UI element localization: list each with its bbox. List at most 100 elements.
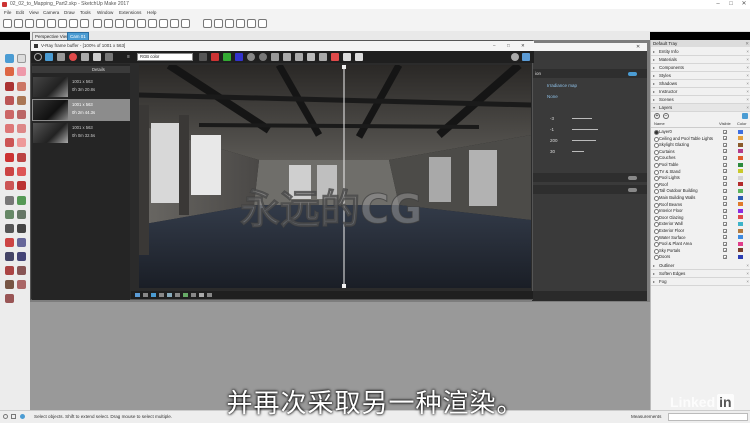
menu-tools[interactable]: Tools	[80, 9, 91, 17]
layer-visible-checkbox[interactable]: ✓	[723, 136, 727, 141]
push-pull-icon[interactable]	[69, 19, 78, 28]
layer-color-swatch[interactable]	[738, 129, 743, 134]
walk-icon[interactable]	[5, 280, 14, 289]
section-close-icon[interactable]: ×	[746, 48, 749, 55]
section-close-icon[interactable]: ×	[746, 56, 749, 63]
layer-visible-checkbox[interactable]: ✓	[723, 142, 727, 147]
close-button[interactable]: ✕	[738, 0, 750, 9]
status-icon-7[interactable]	[183, 293, 188, 297]
layer-color-swatch[interactable]	[738, 175, 743, 180]
status-icon-10[interactable]	[207, 293, 212, 297]
param-row-1[interactable]: -3	[532, 114, 647, 123]
tape-icon[interactable]	[5, 196, 14, 205]
layer-color-swatch[interactable]	[738, 136, 743, 141]
section-close-icon[interactable]: ×	[746, 278, 749, 285]
maximize-button[interactable]: □	[725, 0, 737, 9]
status-icon-9[interactable]	[199, 293, 204, 297]
text-icon[interactable]	[17, 210, 26, 219]
fb-maximize-button[interactable]: □	[507, 41, 510, 51]
select-tool-icon[interactable]	[3, 19, 12, 28]
layer-visible-checkbox[interactable]: ✓	[723, 129, 727, 134]
zoom-window-icon[interactable]	[17, 252, 26, 261]
render-last-icon[interactable]	[343, 53, 351, 61]
layer-color-swatch[interactable]	[738, 228, 743, 233]
layer-visible-checkbox[interactable]: ✓	[723, 175, 727, 180]
tray-close-icon[interactable]: ✕	[745, 40, 749, 47]
layer-visible-checkbox[interactable]: ✓	[723, 221, 727, 226]
history-item[interactable]: 1001 x 563 0h 0m 32.5s	[32, 122, 130, 144]
tray-section-shadows[interactable]: ▸ Shadows ×	[651, 80, 750, 88]
vray-section-2[interactable]	[532, 173, 647, 182]
param-slider-3[interactable]	[572, 140, 596, 141]
follow-mouse-icon[interactable]	[295, 53, 303, 61]
layer-visible-checkbox[interactable]: ✓	[723, 169, 727, 174]
status-icon-1[interactable]	[135, 293, 140, 297]
status-icon-8[interactable]	[191, 293, 196, 297]
section-plane-icon[interactable]	[5, 294, 14, 303]
tray-section-components[interactable]: ▸ Components ×	[651, 64, 750, 72]
ab-compare-icon[interactable]	[93, 53, 101, 61]
axes-icon[interactable]	[5, 224, 14, 233]
status-icon-5[interactable]	[167, 293, 172, 297]
tray-section-scenes[interactable]: ▸ Scenes ×	[651, 96, 750, 104]
move-tool-icon[interactable]	[80, 19, 89, 28]
select-arrow-icon[interactable]	[5, 54, 14, 63]
layer-visible-checkbox[interactable]: ✓	[723, 248, 727, 253]
settings-icon[interactable]	[511, 53, 519, 61]
tray-section-styles[interactable]: ▸ Styles ×	[651, 72, 750, 80]
zoom-icon[interactable]	[5, 252, 14, 261]
status-icon-2[interactable]	[143, 293, 148, 297]
move-icon[interactable]	[5, 153, 14, 162]
orbit-icon[interactable]	[5, 238, 14, 247]
layer-color-swatch[interactable]	[738, 169, 743, 174]
scale-tool-icon[interactable]	[104, 19, 113, 28]
layer-color-swatch[interactable]	[738, 149, 743, 154]
load-image-icon[interactable]	[57, 53, 65, 61]
layer-visible-checkbox[interactable]: ✓	[723, 162, 727, 167]
status-icon-3[interactable]	[151, 293, 156, 297]
send-to-layout-icon[interactable]	[258, 19, 267, 28]
section-close-icon[interactable]: ×	[746, 270, 749, 277]
section-close-icon[interactable]: ×	[746, 262, 749, 269]
look-around-icon[interactable]	[17, 280, 26, 289]
layer-color-swatch[interactable]	[738, 248, 743, 253]
menu-lines-icon[interactable]: ≡	[127, 54, 133, 60]
mono-icon[interactable]	[259, 53, 267, 61]
layer-color-swatch[interactable]	[738, 188, 743, 193]
zoom-extents-tool-icon[interactable]	[5, 266, 14, 275]
region-render-icon[interactable]	[271, 53, 279, 61]
tray-section-materials[interactable]: ▸ Materials ×	[651, 56, 750, 64]
layer-details-icon[interactable]	[742, 113, 748, 119]
tray-section-entity-info[interactable]: ▸ Entity Info ×	[651, 48, 750, 56]
eye-icon[interactable]	[199, 53, 207, 61]
layer-row[interactable]: Doors ✓	[651, 253, 750, 261]
delete-layer-icon[interactable]: −	[663, 113, 669, 119]
text-tool-icon[interactable]	[137, 19, 146, 28]
section-close-icon[interactable]: ×	[746, 64, 749, 71]
menu-view[interactable]: View	[29, 9, 39, 17]
history-icon[interactable]	[34, 53, 42, 61]
scale-icon[interactable]	[5, 181, 14, 190]
protractor-icon[interactable]	[5, 210, 14, 219]
param-slider-2[interactable]	[572, 129, 598, 130]
layer-visible-checkbox[interactable]: ✓	[723, 208, 727, 213]
clear-history-icon[interactable]	[105, 53, 113, 61]
history-item-selected[interactable]: 1001 x 563 0h 2m 44.3s	[32, 99, 130, 121]
record-icon[interactable]	[69, 53, 77, 61]
extension-manager-icon[interactable]	[247, 19, 256, 28]
section-close-icon[interactable]: ×	[746, 72, 749, 79]
red-channel-icon[interactable]	[211, 53, 219, 61]
vfb-info-icon[interactable]	[522, 53, 530, 61]
stop-render-icon[interactable]	[331, 53, 339, 61]
paint-bucket-icon[interactable]	[25, 19, 34, 28]
layer-color-swatch[interactable]	[738, 221, 743, 226]
layer-visible-checkbox[interactable]: ✓	[723, 155, 727, 160]
history-item[interactable]: 1001 x 563 0h 3m 20.8s	[32, 76, 130, 98]
rotated-rectangle-icon[interactable]	[17, 96, 26, 105]
layer-visible-checkbox[interactable]: ✓	[723, 241, 727, 246]
layer-visible-checkbox[interactable]: ✓	[723, 202, 727, 207]
compare-icon[interactable]	[81, 53, 89, 61]
dimension-icon[interactable]	[17, 196, 26, 205]
channel-select[interactable]: RGB color	[137, 53, 193, 61]
follow-me-icon[interactable]	[17, 167, 26, 176]
